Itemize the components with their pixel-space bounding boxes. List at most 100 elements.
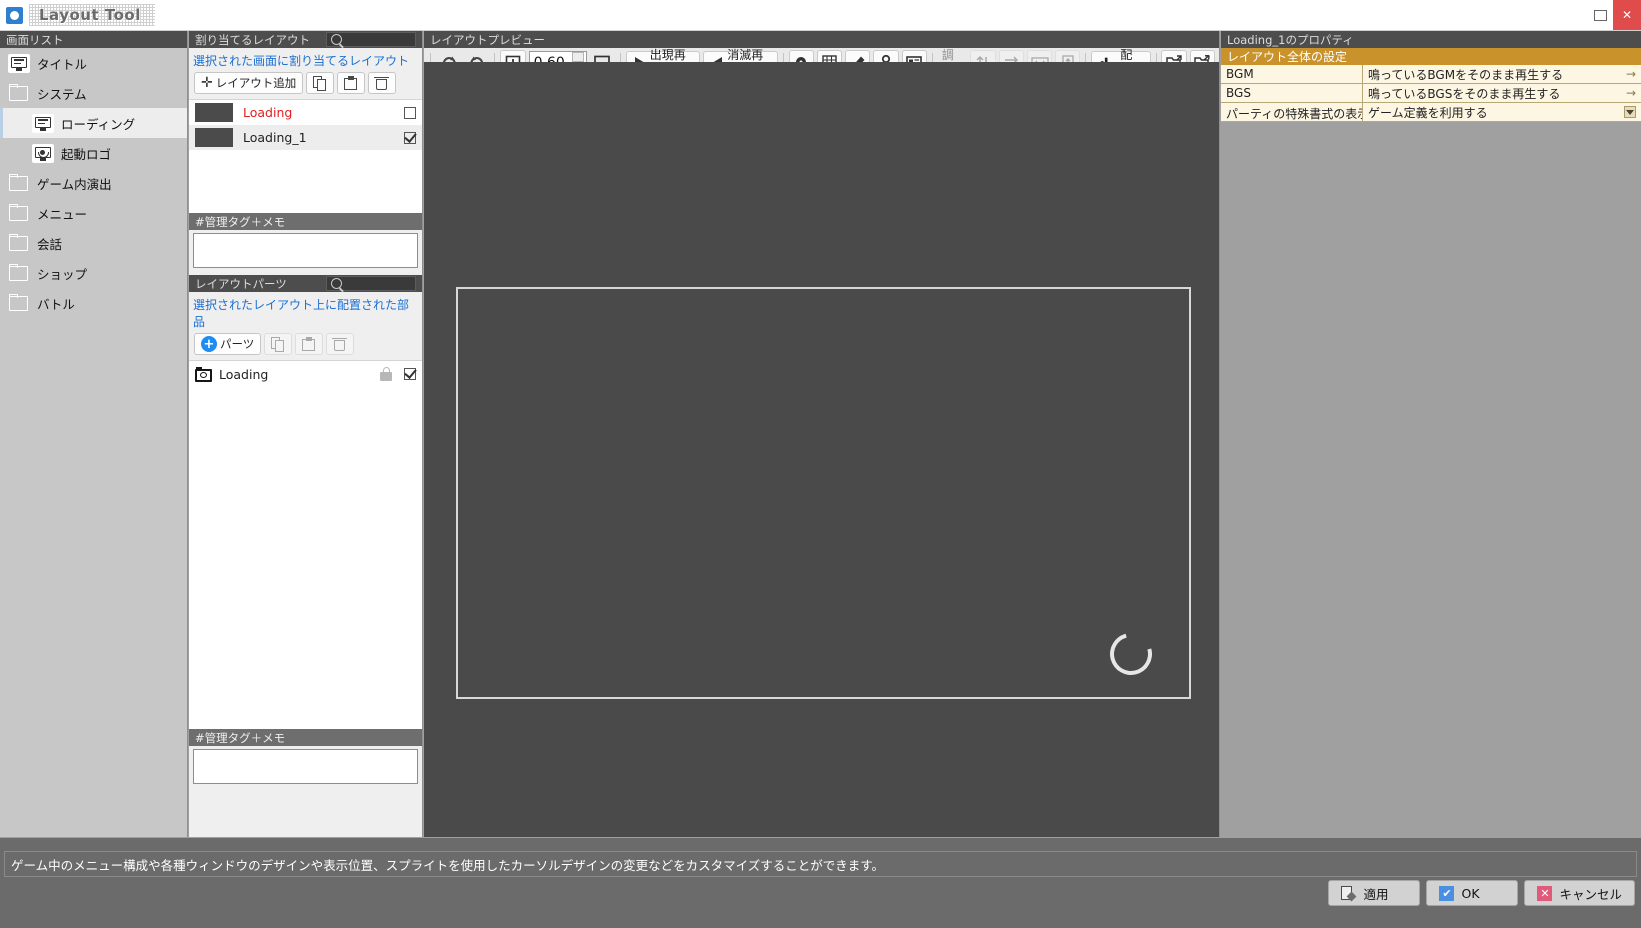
copy-icon: [313, 75, 327, 91]
properties-title: Loading_1のプロパティ: [1227, 32, 1354, 47]
folder-icon: [8, 203, 30, 223]
assigned-layout-memo-header: #管理タグ＋メモ: [189, 213, 422, 230]
bottom-area: ゲーム中のメニュー構成や各種ウィンドウのデザインや表示位置、スプライトを使用した…: [0, 838, 1641, 928]
layout-parts-memo-header: #管理タグ＋メモ: [189, 729, 422, 746]
close-button[interactable]: ✕: [1613, 0, 1641, 30]
middle-column: 割り当てるレイアウト 選択された画面に割り当てるレイアウト ✛ レイアウト追加 …: [189, 31, 423, 837]
assigned-layout-list: Loading Loading_1: [189, 99, 422, 157]
delete-part-button[interactable]: [326, 333, 355, 355]
app-icon: [6, 6, 23, 24]
assigned-layout-search-input[interactable]: [326, 32, 416, 47]
folder-icon: [8, 263, 30, 283]
screen-item-menu[interactable]: メニュー: [0, 198, 187, 228]
screen-item-shop[interactable]: ショップ: [0, 258, 187, 288]
assigned-layout-memo-field[interactable]: [193, 233, 418, 268]
layout-visibility-checkbox[interactable]: [404, 106, 416, 119]
lock-icon[interactable]: [380, 367, 392, 381]
minimize-button[interactable]: [1587, 0, 1613, 30]
paste-part-button[interactable]: [295, 333, 324, 355]
copy-icon: [271, 336, 285, 352]
screen-item-loading[interactable]: ローディング: [0, 108, 187, 138]
properties-panel: Loading_1のプロパティ レイアウト全体の設定 BGM 鳴っているBGMを…: [1221, 31, 1641, 837]
screen-item-label: ショップ: [37, 266, 88, 282]
add-layout-button[interactable]: ✛ レイアウト追加: [194, 72, 304, 94]
monitor-icon: [8, 53, 30, 73]
screen-item-talk[interactable]: 会話: [0, 228, 187, 258]
add-layout-label: レイアウト追加: [215, 76, 297, 90]
title-bar: Layout Tool ✕: [0, 0, 1641, 31]
layout-parts-title: レイアウトパーツ: [195, 276, 287, 291]
assigned-layout-empty-area: [189, 157, 422, 213]
layout-parts-search-input[interactable]: [326, 276, 416, 291]
screen-item-boot-logo[interactable]: 起動ロゴ: [0, 138, 187, 168]
folder-icon: [8, 173, 30, 193]
copy-part-button[interactable]: [264, 333, 293, 355]
apply-button[interactable]: 適用: [1328, 880, 1421, 906]
folder-icon: [8, 293, 30, 313]
part-name: Loading: [219, 366, 269, 382]
property-value: 鳴っているBGSをそのまま再生する: [1368, 86, 1561, 101]
table-row[interactable]: BGS 鳴っているBGSをそのまま再生する →: [1221, 84, 1641, 103]
screen-item-title[interactable]: タイトル: [0, 48, 187, 78]
screen-item-label: ゲーム内演出: [37, 176, 112, 192]
loading-spinner-icon: [1102, 625, 1160, 683]
chevron-right-icon[interactable]: →: [1626, 68, 1636, 80]
copy-layout-button[interactable]: [306, 72, 335, 94]
property-value-cell[interactable]: 鳴っているBGSをそのまま再生する →: [1363, 84, 1641, 102]
screen-item-label: 会話: [37, 236, 63, 252]
table-row[interactable]: Loading: [189, 100, 422, 125]
chevron-right-icon[interactable]: →: [1626, 87, 1636, 99]
search-icon: [331, 278, 342, 289]
cancel-label: キャンセル: [1559, 886, 1622, 902]
layout-visibility-checkbox[interactable]: [404, 131, 416, 144]
close-icon: ✕: [1537, 885, 1553, 901]
monitor-icon: [32, 113, 54, 133]
list-item[interactable]: Loading: [189, 361, 422, 387]
layout-preview-title: レイアウトプレビュー: [430, 32, 545, 47]
plus-circle-icon: +: [201, 336, 217, 352]
property-value: 鳴っているBGMをそのまま再生する: [1368, 67, 1564, 82]
ok-button[interactable]: ✔ OK: [1426, 880, 1519, 906]
preview-canvas[interactable]: [424, 62, 1219, 837]
layout-name: Loading: [243, 105, 293, 120]
part-folder-icon: [195, 366, 212, 382]
trash-icon: [332, 337, 348, 352]
screen-list-title: 画面リスト: [6, 32, 64, 47]
assigned-layout-hint: 選択された画面に割り当てるレイアウト: [193, 54, 410, 68]
screen-item-label: システム: [37, 86, 87, 102]
cancel-button[interactable]: ✕ キャンセル: [1524, 880, 1635, 906]
property-key: パーティの特殊書式の表示: [1221, 103, 1363, 121]
property-key: BGS: [1221, 84, 1363, 102]
layout-parts-memo-field[interactable]: [193, 749, 418, 784]
layout-parts-header: レイアウトパーツ: [189, 275, 422, 292]
paste-icon: [302, 336, 316, 352]
paste-layout-button[interactable]: [337, 72, 366, 94]
table-row[interactable]: BGM 鳴っているBGMをそのまま再生する →: [1221, 65, 1641, 84]
add-part-button[interactable]: + パーツ: [194, 333, 262, 355]
screen-item-system[interactable]: システム: [0, 78, 187, 108]
table-row[interactable]: Loading_1: [189, 125, 422, 150]
properties-header: Loading_1のプロパティ: [1221, 31, 1641, 48]
part-visibility-checkbox[interactable]: [404, 368, 416, 380]
screen-item-label: ローディング: [61, 116, 136, 132]
screen-tree: タイトル システム ローディング 起動ロゴ ゲーム内演出 メニュー 会話 ショッ…: [0, 48, 187, 318]
chevron-down-icon[interactable]: [1624, 106, 1636, 118]
property-value-cell[interactable]: 鳴っているBGMをそのまま再生する →: [1363, 65, 1641, 83]
folder-icon: [8, 233, 30, 253]
status-bar: ゲーム中のメニュー構成や各種ウィンドウのデザインや表示位置、スプライトを使用した…: [4, 851, 1637, 877]
delete-layout-button[interactable]: [368, 72, 397, 94]
plus-icon: ✛: [201, 75, 213, 91]
table-row[interactable]: パーティの特殊書式の表示 ゲーム定義を利用する: [1221, 103, 1641, 122]
app-title: Layout Tool: [29, 4, 155, 26]
property-value-cell[interactable]: ゲーム定義を利用する: [1363, 103, 1641, 121]
screen-list-header: 画面リスト: [0, 31, 187, 48]
layout-parts-toolbar: + パーツ: [189, 333, 422, 360]
screen-item-ingame[interactable]: ゲーム内演出: [0, 168, 187, 198]
preview-screen-rect[interactable]: [456, 287, 1191, 699]
assigned-layout-title: 割り当てるレイアウト: [195, 32, 310, 47]
screen-list-panel: 画面リスト タイトル システム ローディング 起動ロゴ ゲーム内演出 メニュー …: [0, 31, 188, 837]
layout-thumbnail: [195, 128, 233, 147]
screen-item-label: 起動ロゴ: [61, 146, 112, 162]
footer-buttons: 適用 ✔ OK ✕ キャンセル: [1328, 880, 1635, 906]
screen-item-battle[interactable]: バトル: [0, 288, 187, 318]
